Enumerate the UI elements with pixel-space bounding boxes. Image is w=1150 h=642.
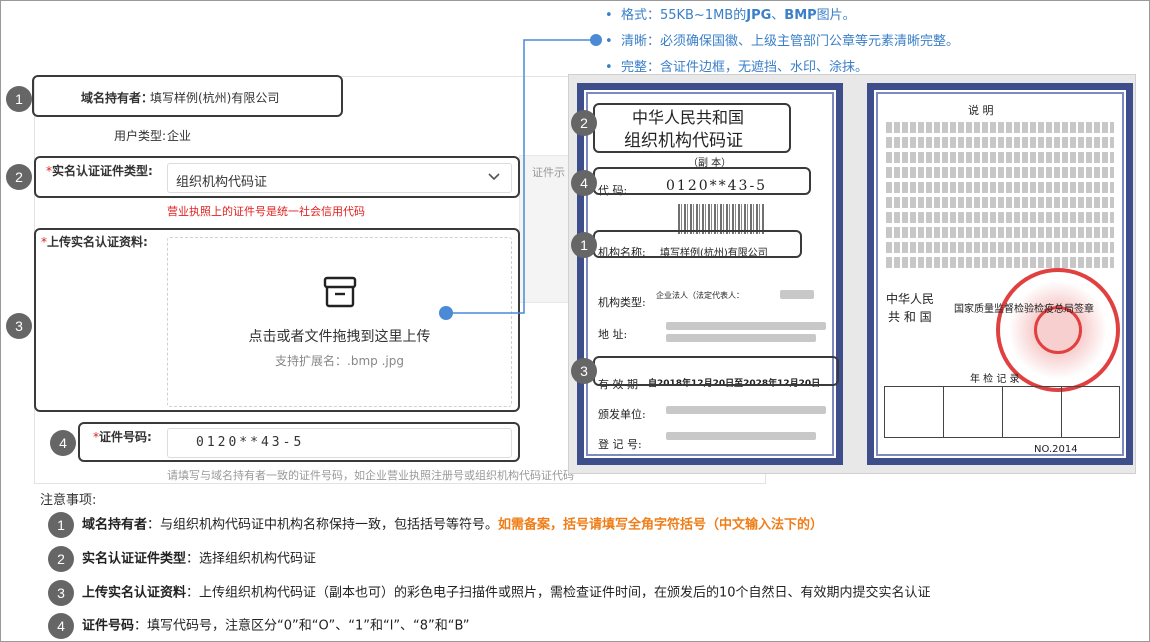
cert-marker-3: 3 — [571, 358, 597, 384]
highlight-cert-title — [593, 103, 791, 153]
cert-no-input[interactable]: 0120**43-5 — [167, 428, 512, 458]
holder-value: 填写样例(杭州)有限公司 — [150, 91, 280, 105]
requirement-format: • 格式：55KB~1MB的JPG、BMP图片。 — [605, 8, 856, 23]
cert-marker-2: 2 — [571, 110, 597, 136]
upload-main-text: 点击或者文件拖拽到这里上传 — [248, 329, 431, 345]
marker-3: 3 — [6, 313, 32, 339]
holder-label: 域名持有者： — [81, 91, 154, 105]
note-3-marker: 3 — [48, 580, 74, 606]
highlight-cert-code — [593, 167, 811, 195]
note-4-marker: 4 — [48, 613, 74, 639]
cert-marker-1: 1 — [571, 232, 597, 258]
cert-back-no: NO.2014 — [1034, 444, 1078, 455]
cert-no-label: *证件号码: — [93, 430, 152, 444]
marker-2: 2 — [6, 164, 32, 190]
blurred-field — [666, 406, 826, 414]
note-2-marker: 2 — [48, 546, 74, 572]
marker-1: 1 — [6, 86, 32, 112]
note-1-marker: 1 — [48, 512, 74, 538]
blurred-field — [780, 290, 814, 299]
cert-type-select[interactable]: 组织机构代码证 — [167, 163, 512, 193]
archive-box-icon — [323, 276, 357, 308]
cert-type-selected: 组织机构代码证 — [176, 175, 268, 190]
cert-addr-label: 地 址: — [598, 328, 628, 341]
user-type-label: 用户类型: — [114, 129, 167, 143]
cert-type-value-img: 企业法人（法定代表人： — [656, 291, 744, 300]
cert-no-value: 0120**43-5 — [196, 435, 305, 450]
blurred-field — [666, 334, 816, 342]
note-2: 2 实名认证证件类型：选择组织机构代码证 — [48, 546, 316, 572]
certificate-back: 说 明 中华人民 共 和 国 国家质量监督检验检疫总局签章 年 检 记 录 NO… — [867, 83, 1133, 465]
blurred-field — [666, 432, 816, 440]
upload-label: *上传实名认证资料: — [41, 235, 148, 249]
user-type-value: 企业 — [167, 129, 192, 143]
note-4: 4 证件号码：填写代码号，注意区分“0”和“O”、“1”和“l”、“8”和“B” — [48, 613, 469, 639]
cert-type-label: *实名认证证件类型: — [46, 164, 153, 178]
upload-extensions: 支持扩展名：.bmp .jpg — [275, 354, 404, 368]
requirement-list: • 格式：55KB~1MB的JPG、BMP图片。 • 清晰：必须确保国徽、上级主… — [605, 6, 959, 84]
cert-back-authority: 国家质量监督检验检疫总局签章 — [954, 304, 1094, 315]
cert-type-label-img: 机构类型: — [598, 296, 646, 309]
cert-back-country-2: 共 和 国 — [888, 310, 932, 324]
cert-back-check: 年 检 记 录 — [970, 374, 1020, 385]
requirement-clarity: • 清晰：必须确保国徽、上级主管部门公章等元素清晰完整。 — [605, 34, 959, 49]
upload-dropzone[interactable]: 点击或者文件拖拽到这里上传 支持扩展名：.bmp .jpg — [167, 237, 512, 407]
cert-back-text — [886, 122, 1114, 272]
notes-title: 注意事项: — [40, 493, 97, 508]
highlight-cert-valid — [593, 356, 839, 386]
cert-back-country-1: 中华人民 — [886, 292, 935, 306]
cert-reg-label: 登 记 号: — [598, 438, 642, 451]
chevron-down-icon — [487, 169, 501, 186]
cert-back-title: 说 明 — [968, 104, 994, 117]
cert-marker-4: 4 — [571, 170, 597, 196]
cert-no-tip: 请填写与域名持有者一致的证件号码，如企业营业执照注册号或组织机构代码证代码 — [167, 469, 574, 482]
cert-type-hint: 营业执照上的证件号是统一社会信用代码 — [167, 205, 365, 218]
note-3: 3 上传实名认证资料：上传组织机构代码证（副本也可）的彩色电子扫描件或照片，需检查… — [48, 580, 931, 606]
note-1: 1 域名持有者：与组织机构代码证中机构名称保持一致，包括括号等符号。如需备案，括号… — [48, 512, 823, 538]
annual-check-table — [884, 386, 1120, 438]
marker-4: 4 — [50, 430, 76, 456]
cert-issuer-label: 颁发单位: — [598, 408, 646, 421]
highlight-cert-org — [593, 230, 802, 258]
blurred-field — [666, 322, 826, 330]
